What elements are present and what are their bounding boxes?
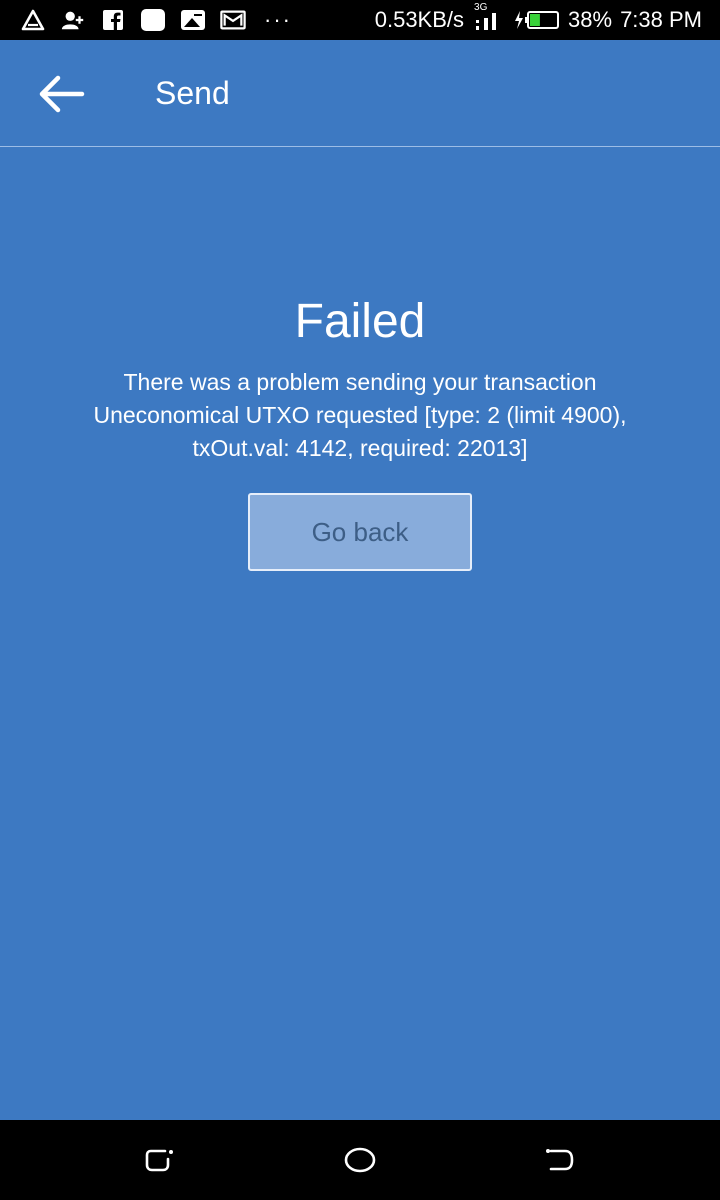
network-type-label: 3G xyxy=(474,2,488,13)
status-bar: ··· 0.53KB/s 3G 38% 7:38 PM xyxy=(0,0,720,40)
go-back-button[interactable]: Go back xyxy=(248,493,472,571)
back-icon xyxy=(546,1149,574,1171)
home-button[interactable] xyxy=(340,1140,380,1180)
notification-square-icon xyxy=(140,7,166,33)
nav-back-button[interactable] xyxy=(540,1140,580,1180)
app-bar: Send xyxy=(0,40,720,147)
error-message-line: There was a problem sending your transac… xyxy=(123,369,597,395)
notification-icons: ··· xyxy=(20,7,292,33)
recent-apps-icon xyxy=(145,1149,173,1172)
error-message: There was a problem sending your transac… xyxy=(20,366,700,465)
facebook-icon xyxy=(100,7,126,33)
charging-battery-icon xyxy=(514,7,560,33)
gmail-icon xyxy=(220,7,246,33)
error-message-line: Uneconomical UTXO requested [type: 2 (li… xyxy=(93,402,627,428)
recent-apps-button[interactable] xyxy=(140,1140,180,1180)
page-title: Send xyxy=(155,75,230,111)
image-icon xyxy=(180,7,206,33)
failed-heading: Failed xyxy=(294,295,426,348)
system-status: 0.53KB/s 3G 38% 7:38 PM xyxy=(374,3,702,33)
system-nav-bar xyxy=(0,1120,720,1200)
error-message-line: txOut.val: 4142, required: 22013] xyxy=(192,435,528,461)
more-notifications-indicator: ··· xyxy=(264,7,292,32)
network-speed: 0.53KB/s xyxy=(374,7,465,32)
signal-3g-icon: 3G xyxy=(472,3,506,33)
back-button[interactable] xyxy=(36,72,86,116)
add-person-icon xyxy=(60,7,86,33)
result-panel: Failed There was a problem sending your … xyxy=(0,290,720,465)
home-icon xyxy=(344,1147,376,1173)
arrow-left-icon xyxy=(39,75,85,113)
battery-percent: 38% xyxy=(568,7,613,32)
clock: 7:38 PM xyxy=(620,7,702,32)
alert-triangle-icon xyxy=(20,7,46,33)
